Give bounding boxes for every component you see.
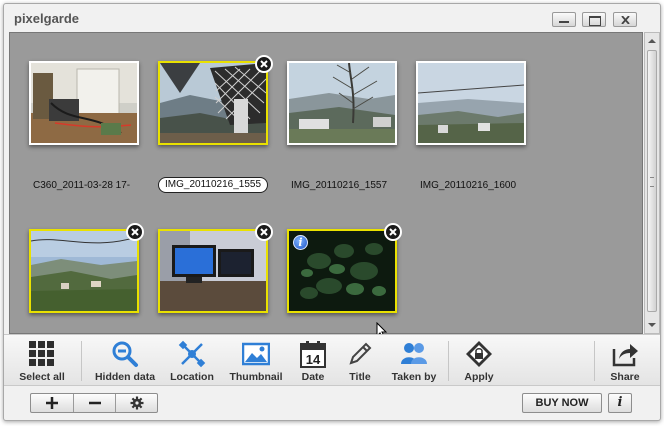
select-all-button[interactable]: Select all <box>14 335 70 387</box>
date-label: Date <box>301 371 325 383</box>
select-all-label: Select all <box>19 371 65 383</box>
photo-image <box>160 63 266 143</box>
apply-label: Apply <box>464 371 494 383</box>
toolbar-separator <box>594 341 595 381</box>
photo-image <box>31 231 137 311</box>
photo-caption[interactable]: IMG_20110216_1600 <box>420 178 524 194</box>
photo-thumbnail[interactable] <box>158 61 268 145</box>
remove-photo-button[interactable] <box>126 223 144 241</box>
close-icon <box>260 228 268 236</box>
minus-icon <box>89 401 101 405</box>
photo-caption[interactable]: C360_2011-03-28 17- <box>33 178 137 194</box>
gear-icon <box>130 396 144 410</box>
info-icon[interactable]: i <box>293 235 308 250</box>
photo-thumbnail[interactable] <box>29 61 139 145</box>
remove-photo-button[interactable] <box>255 55 273 73</box>
photo-thumbnail[interactable] <box>158 229 268 313</box>
close-icon <box>260 60 268 68</box>
zoom-button-group <box>30 393 158 413</box>
photo-caption-input[interactable]: IMG_20110216_1555 <box>158 177 268 193</box>
info-button[interactable]: i <box>608 393 632 413</box>
satellite-icon <box>178 340 206 368</box>
location-label: Location <box>170 371 214 383</box>
taken-by-button[interactable]: Taken by <box>384 335 444 387</box>
minimize-button[interactable] <box>552 12 576 27</box>
photo-image <box>289 63 395 143</box>
share-button[interactable]: Share <box>602 335 648 387</box>
maximize-button[interactable] <box>582 12 606 27</box>
photo-image <box>160 231 266 311</box>
scroll-up-icon[interactable] <box>645 34 659 48</box>
pencil-icon <box>349 342 372 365</box>
settings-button[interactable] <box>115 394 157 412</box>
magnifier-minus-icon <box>112 341 138 367</box>
remove-button[interactable] <box>73 394 115 412</box>
lock-diamond-icon <box>466 341 492 367</box>
bottom-bar: BUY NOW i <box>4 386 660 420</box>
photo-caption[interactable]: IMG_20110216_1557 <box>291 178 395 194</box>
app-title: pixelgarde <box>14 11 80 26</box>
title-button[interactable]: Title <box>340 335 380 387</box>
photo-image <box>418 63 524 143</box>
close-icon <box>621 16 630 24</box>
calendar-day-number: 14 <box>306 352 321 367</box>
title-label: Title <box>349 371 371 383</box>
thumbnail-button[interactable]: Thumbnail <box>224 335 288 387</box>
app-window: pixelgarde C360_2011-03-28 17- IMG_20110… <box>3 3 661 421</box>
toolbar-separator <box>448 341 449 381</box>
photo-gallery[interactable]: C360_2011-03-28 17- IMG_20110216_1555 IM… <box>9 32 643 340</box>
photo-thumbnail[interactable] <box>416 61 526 145</box>
share-arrow-icon <box>612 344 638 367</box>
thumbnail-label: Thumbnail <box>229 371 283 383</box>
photo-thumbnail[interactable] <box>29 229 139 313</box>
remove-photo-button[interactable] <box>255 223 273 241</box>
picture-icon <box>242 342 270 366</box>
close-icon <box>131 228 139 236</box>
toolbar-separator <box>81 341 82 381</box>
hidden-data-label: Hidden data <box>94 371 156 383</box>
remove-photo-button[interactable] <box>384 223 402 241</box>
share-label: Share <box>610 371 640 383</box>
people-icon <box>401 343 427 364</box>
grid-icon <box>29 341 54 366</box>
add-button[interactable] <box>31 394 73 412</box>
taken-by-label: Taken by <box>391 371 437 383</box>
toolbar: Select all Hidden data Location Thumbnai… <box>4 334 660 386</box>
photo-image <box>31 63 137 143</box>
vertical-scrollbar[interactable] <box>644 32 660 334</box>
photo-thumbnail[interactable] <box>287 61 397 145</box>
date-button[interactable]: 14 Date <box>290 335 336 387</box>
close-icon <box>389 228 397 236</box>
close-window-button[interactable] <box>613 12 637 27</box>
buy-now-button[interactable]: BUY NOW <box>522 393 602 413</box>
hidden-data-button[interactable]: Hidden data <box>90 335 160 387</box>
calendar-icon: 14 <box>300 341 326 368</box>
scroll-thumb[interactable] <box>647 50 657 312</box>
title-bar[interactable]: pixelgarde <box>4 4 660 32</box>
scroll-down-icon[interactable] <box>645 318 659 332</box>
apply-button[interactable]: Apply <box>456 335 502 387</box>
location-button[interactable]: Location <box>164 335 220 387</box>
plus-icon <box>46 397 58 409</box>
